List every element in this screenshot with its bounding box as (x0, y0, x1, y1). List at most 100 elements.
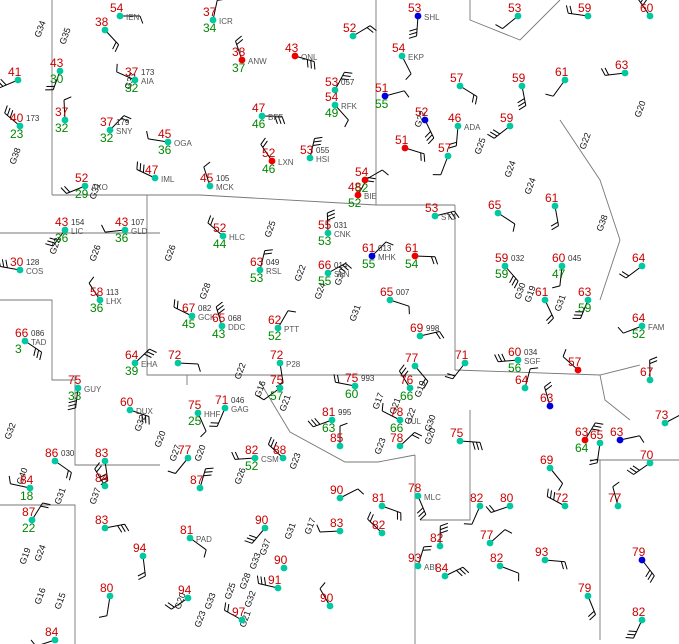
temperature-label: 64 (515, 373, 529, 387)
station-id-label: SGF (524, 357, 541, 366)
station-model: 54IEN (110, 1, 140, 22)
wind-barb (54, 460, 72, 481)
temperature-label: 75 (68, 373, 82, 387)
wind-gust-label: G31 (552, 293, 567, 312)
dewpoint-label: 32 (100, 131, 114, 145)
pressure-label: 030 (61, 449, 75, 458)
station-model: 64 52 FAM (632, 311, 665, 341)
temperature-label: 60 (552, 251, 566, 265)
wind-barb (619, 435, 645, 443)
temperature-label: 81 (322, 405, 336, 419)
temperature-label: 51 (375, 81, 389, 95)
temperature-label: 69 (410, 321, 424, 335)
wind-gust-label: G24 (32, 543, 47, 562)
station-model: 5155 (375, 81, 389, 111)
station-id-label: COS (26, 267, 43, 276)
temperature-label: 65 (212, 311, 226, 325)
temperature-label: 93 (535, 545, 549, 559)
temperature-label: 94 (133, 541, 147, 555)
wind-gust-label: G20 (152, 429, 167, 448)
dewpoint-label: 57 (270, 389, 284, 403)
dewpoint-label: 52 (632, 327, 646, 341)
station-id-label: AIA (141, 77, 155, 86)
wind-barb (625, 619, 643, 639)
temperature-label: 60 (508, 345, 522, 359)
temperature-label: 38 (95, 15, 109, 29)
station-id-label: P28 (286, 360, 301, 369)
temperature-label: 67 (182, 301, 196, 315)
temperature-label: 55 (318, 218, 332, 232)
station-id-label: GAG (231, 405, 249, 414)
wind-barb (432, 155, 449, 176)
temperature-label: 76 (400, 373, 414, 387)
dewpoint-label: 49 (325, 106, 339, 120)
wind-barb (544, 299, 554, 325)
wind-gust-label: G25 (222, 581, 237, 600)
wind-gust-label: G25 (262, 219, 277, 238)
temperature-label: 82 (430, 531, 444, 545)
dewpoint-label: 37 (232, 61, 246, 75)
temperature-label: 69 (540, 453, 554, 467)
temperature-label: 53 (408, 1, 422, 15)
temperature-label: 83 (330, 516, 344, 530)
station-model: 72 (168, 348, 182, 367)
station-model: 57 (438, 141, 452, 160)
dewpoint-label: 52 (348, 196, 362, 210)
station-model: 64 (632, 251, 646, 270)
wind-gust-label: G31 (347, 303, 362, 322)
wind-gust-label: G23 (287, 451, 302, 470)
station-id-label: HSI (316, 155, 329, 164)
pressure-label: 046 (231, 396, 245, 405)
temperature-label: 90 (255, 513, 269, 527)
station-model: 53HSI055 (300, 143, 330, 164)
temperature-label: 60 (640, 1, 654, 15)
station-id-label: IEN (126, 13, 140, 22)
station-model: 64 39 EHA (125, 348, 158, 378)
dewpoint-label: 34 (203, 21, 217, 35)
station-model: 30COS128 (10, 255, 43, 276)
temperature-label: 64 (125, 348, 139, 362)
dewpoint-label: 47 (552, 267, 566, 281)
pressure-label: 154 (71, 218, 85, 227)
temperature-label: 41 (8, 65, 22, 79)
temperature-label: 63 (540, 391, 554, 405)
dewpoint-label: 55 (375, 97, 389, 111)
station-model: 77 (480, 528, 494, 547)
station-model: 84 (95, 471, 109, 490)
station-model: 53 (508, 1, 522, 20)
wind-gust-label: G22 (292, 263, 307, 282)
station-id-label: RFK (341, 102, 358, 111)
station-model: 82 (632, 605, 646, 624)
temperature-label: 81 (372, 491, 386, 505)
temperature-label: 87 (190, 473, 204, 487)
temperature-label: 84 (95, 471, 109, 485)
station-id-label: ICR (219, 17, 233, 26)
station-model: 47IML (145, 163, 175, 184)
station-model: 93ABI (408, 551, 437, 572)
station-model: 81 (372, 491, 386, 510)
station-model: 97 (232, 605, 246, 624)
wind-gust-label: G26 (87, 243, 102, 262)
station-id-label: OGA (174, 139, 192, 148)
station-model: 37 34 ICR (203, 5, 233, 35)
station-model: 59 (512, 71, 526, 90)
station-model: 61 (535, 285, 549, 304)
temperature-label: 71 (455, 348, 469, 362)
station-id-label: PTT (284, 325, 299, 334)
station-model: 46ADA (448, 111, 481, 132)
station-id-label: TAD (31, 338, 47, 347)
station-id-label: HLC (229, 233, 245, 242)
station-model: 61 55 MHK013 (362, 241, 396, 271)
temperature-label: 72 (168, 348, 182, 362)
station-model: 58 36 LHX113 (90, 285, 122, 315)
temperature-label: 61 (535, 285, 549, 299)
temperature-label: 57 (568, 355, 582, 369)
station-model: 75 33 GUY (68, 373, 102, 403)
wind-barb (487, 125, 511, 139)
temperature-label: 30 (10, 255, 24, 269)
station-id-label: MHK (378, 253, 396, 262)
temperature-label: 47 (145, 163, 159, 177)
pressure-label: 086 (31, 329, 45, 338)
station-id-label: PAD (196, 535, 212, 544)
wind-gust-label: G33 (202, 591, 217, 610)
